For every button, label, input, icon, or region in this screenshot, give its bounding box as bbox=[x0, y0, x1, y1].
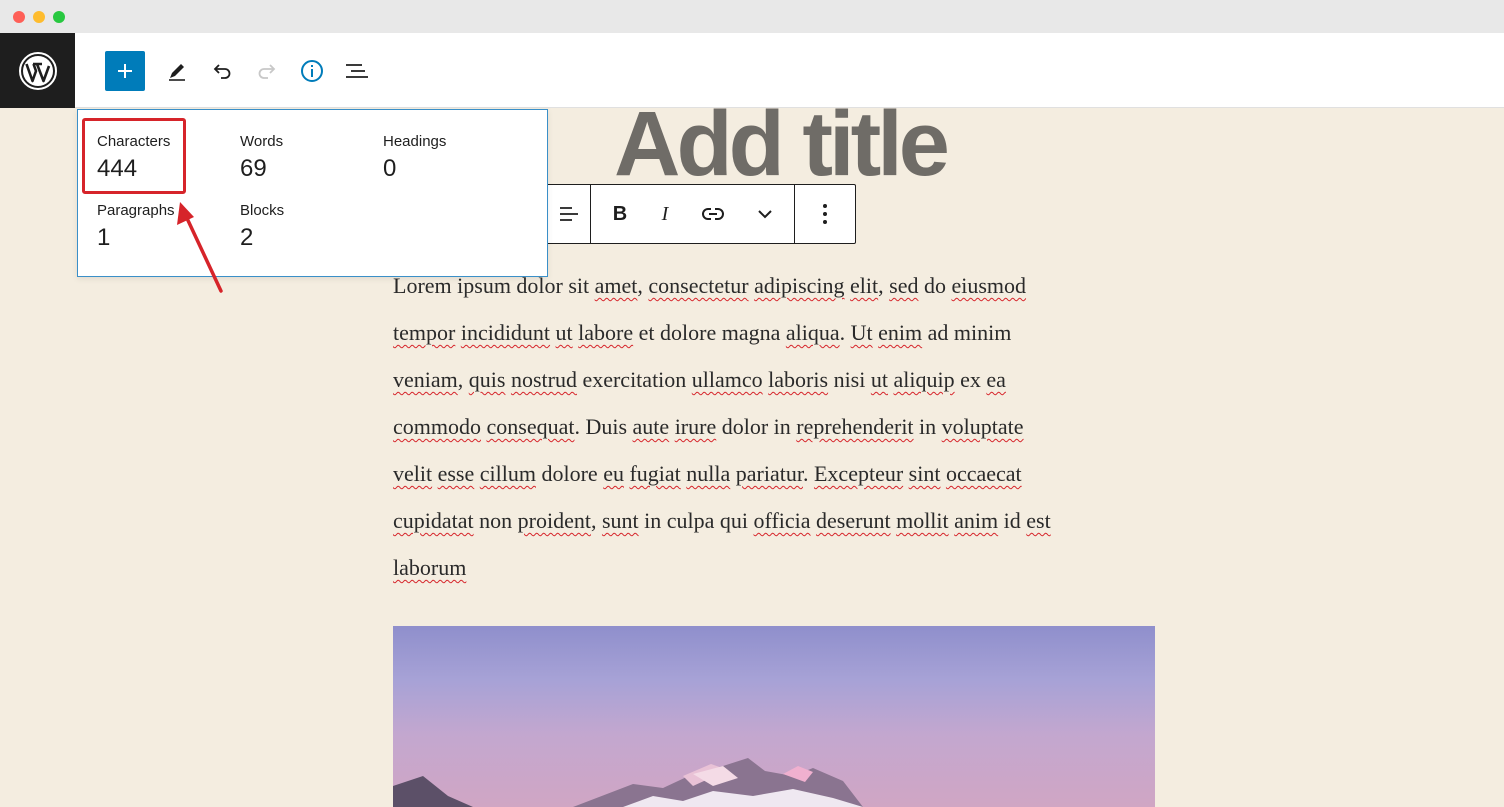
window-maximize-button[interactable] bbox=[53, 11, 65, 23]
stat-value: 0 bbox=[383, 155, 397, 182]
stat-value: 2 bbox=[240, 224, 254, 251]
stat-label: Headings bbox=[383, 133, 447, 150]
add-block-button[interactable] bbox=[105, 51, 145, 91]
more-formats-button[interactable] bbox=[745, 185, 785, 243]
characters-highlight-box bbox=[82, 118, 186, 194]
more-options-icon bbox=[823, 204, 827, 224]
image-block[interactable] bbox=[393, 626, 1155, 807]
stat-value: 1 bbox=[97, 224, 111, 251]
stat-label: Words bbox=[240, 133, 284, 150]
undo-button[interactable] bbox=[202, 51, 242, 91]
toolbar-separator bbox=[794, 185, 795, 243]
align-button[interactable] bbox=[547, 185, 590, 243]
wordpress-logo-button[interactable] bbox=[0, 33, 75, 108]
block-toolbar: B I bbox=[547, 184, 856, 244]
redo-icon bbox=[258, 64, 276, 79]
stat-words: Words 69 bbox=[240, 133, 283, 184]
details-button[interactable] bbox=[292, 51, 332, 91]
block-options-button[interactable] bbox=[805, 185, 845, 243]
info-icon bbox=[301, 60, 323, 82]
paragraph-line: commodo consequat. Duis aute irure dolor… bbox=[393, 414, 1024, 439]
paragraph-line: laborum bbox=[393, 555, 467, 580]
pencil-icon bbox=[169, 64, 185, 81]
italic-button[interactable]: I bbox=[647, 185, 683, 243]
list-view-button[interactable] bbox=[337, 51, 377, 91]
window-titlebar bbox=[0, 0, 1504, 33]
wordpress-logo-icon bbox=[18, 51, 57, 90]
paragraph-block[interactable]: Lorem ipsum dolor sit amet, consectetur … bbox=[393, 262, 1163, 591]
stat-blocks: Blocks 2 bbox=[240, 202, 284, 253]
stat-label: Blocks bbox=[240, 202, 285, 219]
paragraph-line: velit esse cillum dolore eu fugiat nulla… bbox=[393, 461, 1022, 486]
window-minimize-button[interactable] bbox=[33, 11, 45, 23]
mountain-image bbox=[393, 758, 863, 807]
stat-label: Paragraphs bbox=[97, 202, 175, 219]
post-title-placeholder[interactable]: Add title bbox=[560, 96, 1000, 192]
paragraph-line: cupidatat non proident, sunt in culpa qu… bbox=[393, 508, 1051, 533]
align-icon bbox=[559, 207, 578, 221]
redo-button[interactable] bbox=[247, 51, 287, 91]
link-button[interactable] bbox=[693, 185, 733, 243]
stat-headings: Headings 0 bbox=[383, 133, 446, 184]
link-icon bbox=[702, 208, 724, 220]
list-view-icon bbox=[346, 64, 368, 78]
plus-icon bbox=[118, 64, 132, 78]
window-close-button[interactable] bbox=[13, 11, 25, 23]
paragraph-line: veniam, quis nostrud exercitation ullamc… bbox=[393, 367, 1006, 392]
toolbar-separator bbox=[590, 185, 591, 243]
stat-paragraphs: Paragraphs 1 bbox=[97, 202, 175, 253]
stat-value: 69 bbox=[240, 155, 267, 182]
paragraph-line: tempor incididunt ut labore et dolore ma… bbox=[393, 320, 1012, 345]
chevron-down-icon bbox=[758, 210, 772, 219]
edit-tools-button[interactable] bbox=[157, 51, 197, 91]
bold-button[interactable]: B bbox=[602, 185, 638, 243]
undo-icon bbox=[213, 64, 231, 79]
